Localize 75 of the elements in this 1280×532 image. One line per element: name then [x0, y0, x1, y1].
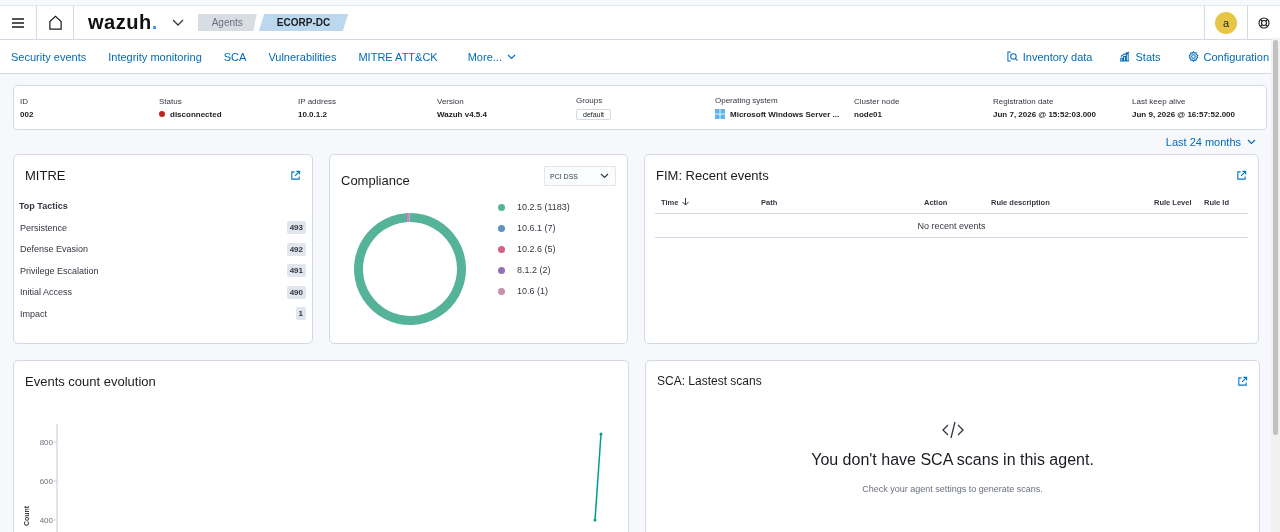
field-value: 002	[20, 109, 34, 119]
empty-title: You don't have SCA scans in this agent.	[811, 451, 1094, 469]
empty-hint: Check your agent settings to generate scans.	[862, 484, 1043, 494]
chart-icon	[1119, 51, 1131, 62]
legend-label: 10.6 (1)	[517, 286, 549, 296]
nav-tab[interactable]: MITRE ATT&CK	[358, 50, 438, 63]
more-menu-button[interactable]: More...	[467, 50, 516, 63]
field-label: Status	[159, 96, 183, 106]
card-title: SCA: Lastest scans	[657, 374, 762, 388]
tactic-name: Impact	[20, 308, 47, 319]
field-value: 10.0.1.2	[298, 109, 327, 119]
tactic-name: Privilege Escalation	[20, 265, 99, 276]
card-title: MITRE	[25, 168, 66, 183]
help-icon[interactable]	[1258, 16, 1270, 29]
field-value: Jun 7, 2026 @ 15:52:03.000	[993, 109, 1096, 119]
user-avatar[interactable]: a	[1215, 11, 1237, 34]
field-label: IP address	[298, 96, 338, 106]
scrollbar-thumb[interactable]	[1273, 40, 1278, 435]
chevron-down-icon[interactable]	[171, 19, 184, 26]
y-tick-label: 400	[39, 516, 53, 525]
nav-tab[interactable]: SCA	[223, 50, 247, 63]
legend-label: 10.2.5 (1183)	[517, 202, 570, 212]
chevron-down-icon	[1247, 139, 1256, 145]
field-label: ID	[20, 96, 29, 106]
field-label: Groups	[576, 95, 604, 105]
windows-icon	[715, 109, 725, 119]
legend-label: 10.6.1 (7)	[517, 223, 556, 233]
wazuh-logo[interactable]: wazuh.	[88, 11, 158, 34]
legend-label: 8.1.2 (2)	[517, 265, 551, 275]
field-value: disconnected	[170, 109, 222, 119]
external-link-icon[interactable]	[1236, 170, 1247, 181]
date-range-button[interactable]: Last 24 months	[1165, 135, 1256, 149]
gear-icon	[1187, 51, 1199, 62]
chevron-down-icon	[506, 53, 516, 60]
tactic-name: Persistence	[20, 222, 68, 233]
empty-message: No recent events	[917, 220, 986, 231]
nav-action-button[interactable]: Stats	[1119, 50, 1161, 63]
field-label: Last keep alive	[1132, 96, 1187, 106]
nav-action-button[interactable]: Inventory data	[1006, 50, 1093, 63]
field-label: Cluster node	[854, 96, 901, 106]
field-label: Registration date	[993, 96, 1055, 106]
breadcrumb[interactable]: ECORP-DC	[258, 14, 349, 31]
field-value: Jun 9, 2026 @ 16:57:52.000	[1132, 109, 1235, 119]
tactic-count: 493	[286, 221, 306, 235]
tactic-count: 1	[295, 307, 306, 321]
sort-down-icon	[682, 198, 690, 206]
tactic-name: Defense Evasion	[20, 244, 89, 255]
inventory-icon	[1006, 51, 1018, 62]
tactic-count: 492	[286, 242, 306, 256]
external-link-icon[interactable]	[1237, 376, 1248, 387]
field-label: Operating system	[715, 96, 779, 105]
section-title: Top Tactics	[19, 201, 68, 211]
chevron-down-icon	[600, 173, 609, 179]
breadcrumb[interactable]: Agents	[197, 14, 257, 31]
y-tick-label: 800	[39, 438, 53, 447]
field-value: Wazuh v4.5.4	[437, 109, 487, 119]
external-link-icon[interactable]	[290, 170, 301, 181]
home-icon[interactable]	[47, 15, 63, 30]
code-icon	[941, 421, 964, 439]
legend-label: 10.2.6 (5)	[517, 244, 556, 254]
card-title: Compliance	[341, 173, 410, 188]
tactic-count: 490	[286, 285, 306, 299]
nav-tab[interactable]: Vulnerabilities	[268, 50, 337, 63]
nav-action-button[interactable]: Configuration	[1187, 50, 1269, 63]
field-value: node01	[854, 109, 882, 119]
menu-icon[interactable]	[12, 17, 24, 28]
nav-tab[interactable]: Integrity monitoring	[108, 50, 202, 63]
tactic-count: 491	[286, 264, 306, 278]
tactic-name: Initial Access	[20, 287, 73, 298]
card-title: Events count evolution	[25, 374, 156, 389]
field-value: Microsoft Windows Server ...	[730, 109, 840, 119]
y-tick-label: 600	[39, 477, 53, 486]
nav-tab[interactable]: Security events	[11, 50, 87, 63]
field-label: Version	[437, 96, 465, 106]
card-title: FIM: Recent events	[656, 168, 769, 183]
